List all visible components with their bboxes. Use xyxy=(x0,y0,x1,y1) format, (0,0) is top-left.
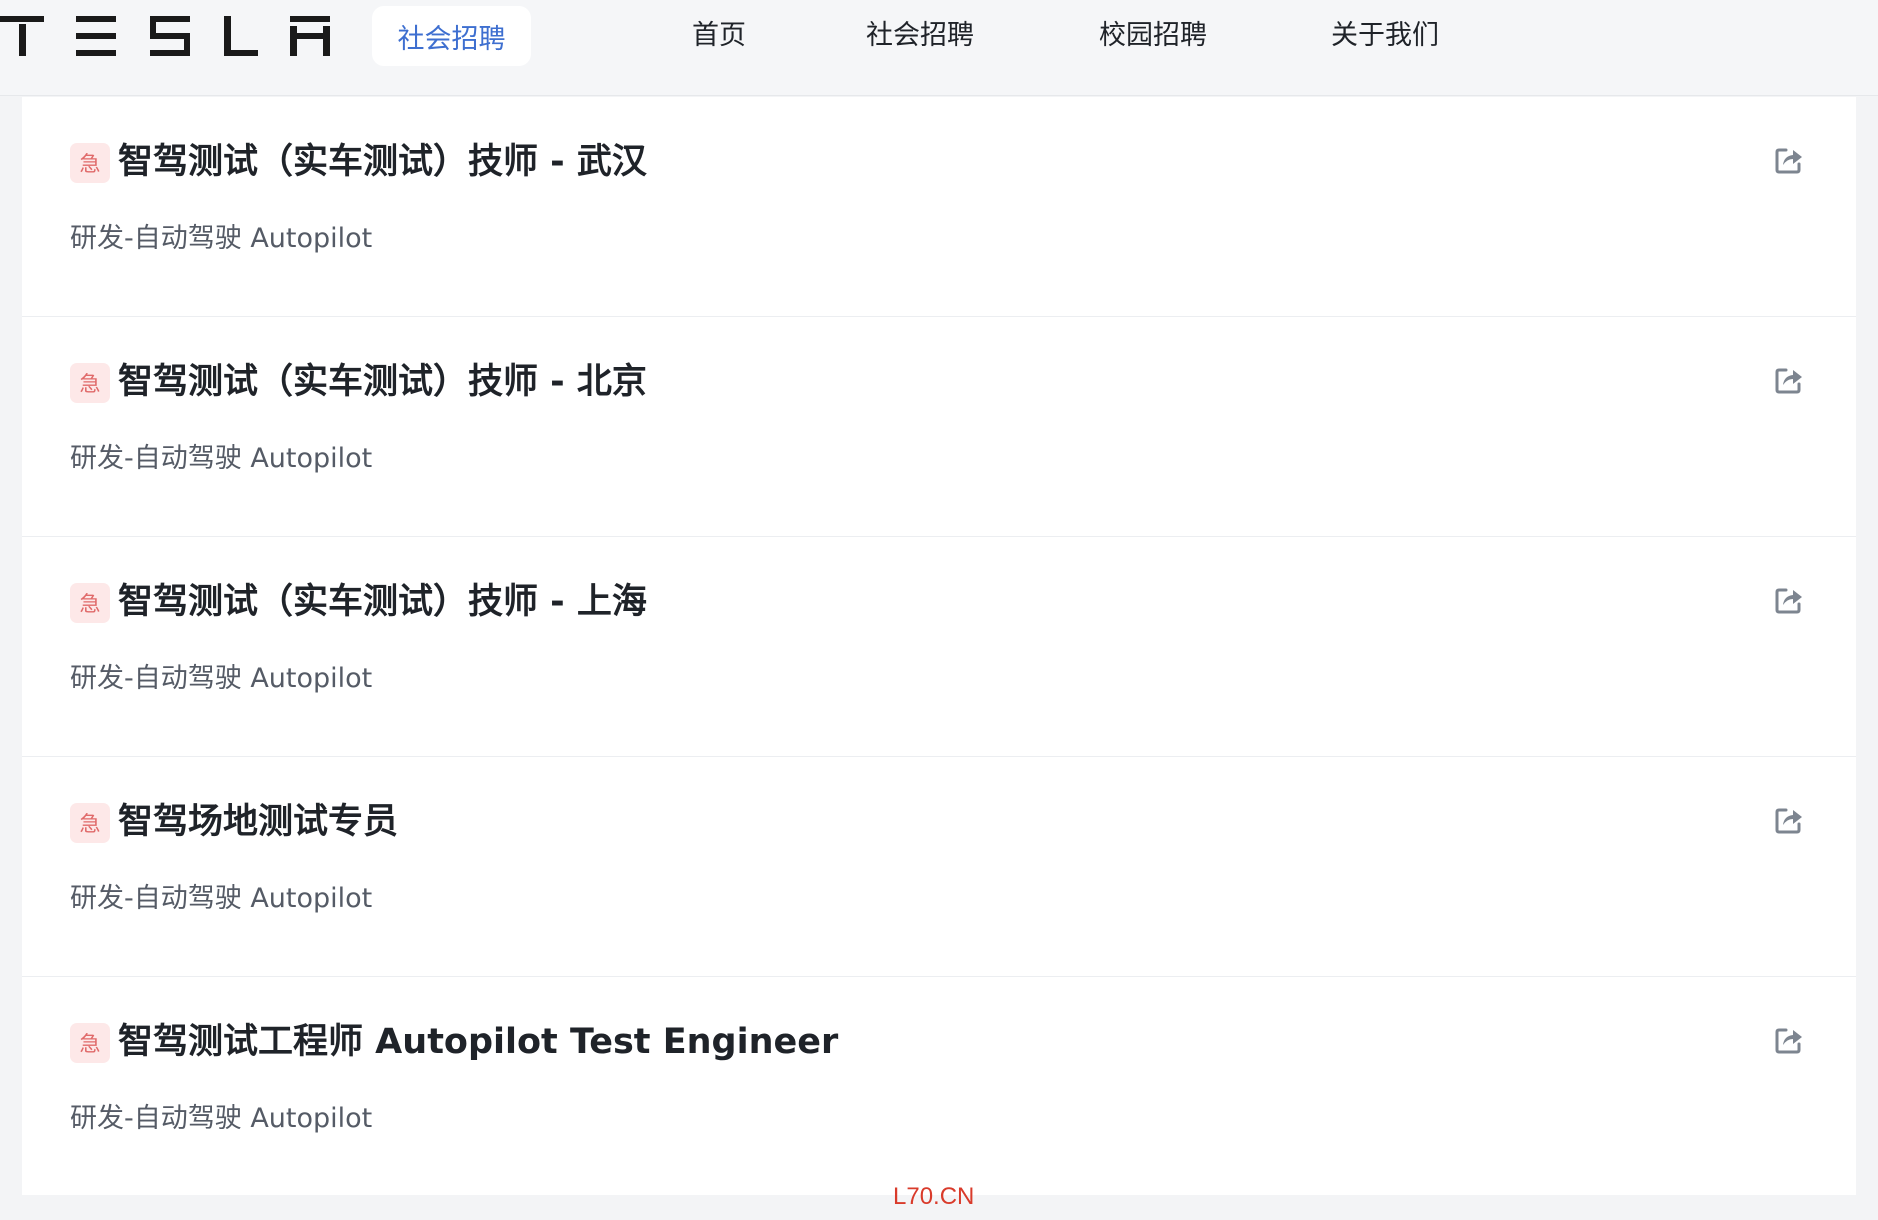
job-department: 研发-自动驾驶 Autopilot xyxy=(70,443,373,474)
job-card[interactable]: 急 智驾测试（实车测试）技师 - 武汉 研发-自动驾驶 Autopilot xyxy=(22,97,1856,317)
top-nav-bar: 社会招聘 首页 社会招聘 校园招聘 关于我们 xyxy=(0,0,1878,96)
nav-campus-recruit[interactable]: 校园招聘 xyxy=(1099,14,1207,58)
page: 社会招聘 首页 社会招聘 校园招聘 关于我们 急 智驾测试（实车测试）技师 - … xyxy=(0,0,1878,1220)
job-title[interactable]: 智驾测试（实车测试）技师 - 武汉 xyxy=(118,137,647,187)
urgent-badge: 急 xyxy=(70,583,110,623)
share-icon[interactable] xyxy=(1772,583,1806,617)
share-icon[interactable] xyxy=(1772,143,1806,177)
job-department: 研发-自动驾驶 Autopilot xyxy=(70,663,373,694)
urgent-badge: 急 xyxy=(70,803,110,843)
urgent-badge: 急 xyxy=(70,363,110,403)
job-card[interactable]: 急 智驾测试（实车测试）技师 - 上海 研发-自动驾驶 Autopilot xyxy=(22,537,1856,757)
watermark: L70.CN xyxy=(893,1183,975,1210)
active-tab-social-recruit[interactable]: 社会招聘 xyxy=(372,6,531,66)
job-list: 急 智驾测试（实车测试）技师 - 武汉 研发-自动驾驶 Autopilot 急 … xyxy=(22,97,1856,1195)
nav-home[interactable]: 首页 xyxy=(692,14,746,58)
share-icon[interactable] xyxy=(1772,803,1806,837)
job-department: 研发-自动驾驶 Autopilot xyxy=(70,1103,373,1134)
job-department: 研发-自动驾驶 Autopilot xyxy=(70,883,373,914)
urgent-badge: 急 xyxy=(70,1023,110,1063)
tesla-logo[interactable] xyxy=(0,16,336,56)
job-title[interactable]: 智驾测试工程师 Autopilot Test Engineer xyxy=(118,1017,838,1067)
urgent-badge: 急 xyxy=(70,143,110,183)
job-card[interactable]: 急 智驾测试（实车测试）技师 - 北京 研发-自动驾驶 Autopilot xyxy=(22,317,1856,537)
job-title[interactable]: 智驾场地测试专员 xyxy=(118,797,398,847)
share-icon[interactable] xyxy=(1772,363,1806,397)
job-card[interactable]: 急 智驾场地测试专员 研发-自动驾驶 Autopilot xyxy=(22,757,1856,977)
job-card[interactable]: 急 智驾测试工程师 Autopilot Test Engineer 研发-自动驾… xyxy=(22,977,1856,1197)
share-icon[interactable] xyxy=(1772,1023,1806,1057)
nav-about-us[interactable]: 关于我们 xyxy=(1331,14,1439,58)
nav-social-recruit[interactable]: 社会招聘 xyxy=(866,14,974,58)
job-department: 研发-自动驾驶 Autopilot xyxy=(70,223,373,254)
job-title[interactable]: 智驾测试（实车测试）技师 - 北京 xyxy=(118,357,647,407)
job-title[interactable]: 智驾测试（实车测试）技师 - 上海 xyxy=(118,577,647,627)
